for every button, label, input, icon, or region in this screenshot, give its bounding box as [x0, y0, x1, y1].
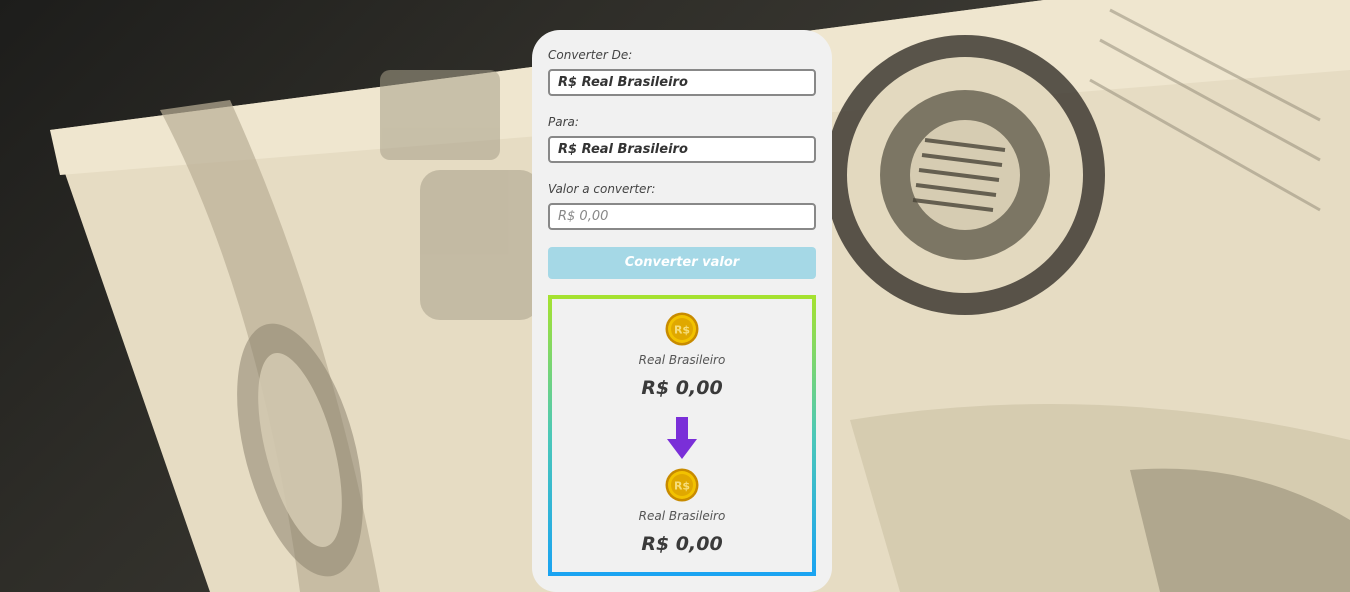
to-currency-value: R$ 0,00 — [641, 533, 723, 555]
from-currency-name: Real Brasileiro — [638, 353, 726, 367]
from-currency-select[interactable]: R$ Real Brasileiro — [548, 69, 816, 96]
to-currency-label: Para: — [548, 115, 579, 129]
coin-icon: R$ — [665, 312, 699, 346]
to-currency-select[interactable]: R$ Real Brasileiro — [548, 136, 816, 163]
to-currency-name: Real Brasileiro — [638, 509, 726, 523]
coin-icon: R$ — [665, 468, 699, 502]
result-box: R$ Real Brasileiro R$ 0,00 R$ Real Brasi… — [548, 295, 816, 576]
from-currency-label: Converter De: — [548, 48, 633, 62]
svg-text:R$: R$ — [674, 480, 690, 493]
svg-text:R$: R$ — [674, 324, 690, 337]
arrow-down-icon — [667, 417, 697, 459]
amount-label: Valor a converter: — [548, 182, 656, 196]
amount-input[interactable]: R$ 0,00 — [548, 203, 816, 230]
from-currency-value: R$ 0,00 — [641, 377, 723, 399]
converter-card: Converter De: R$ Real Brasileiro Para: R… — [532, 30, 832, 592]
convert-button[interactable]: Converter valor — [548, 247, 816, 279]
